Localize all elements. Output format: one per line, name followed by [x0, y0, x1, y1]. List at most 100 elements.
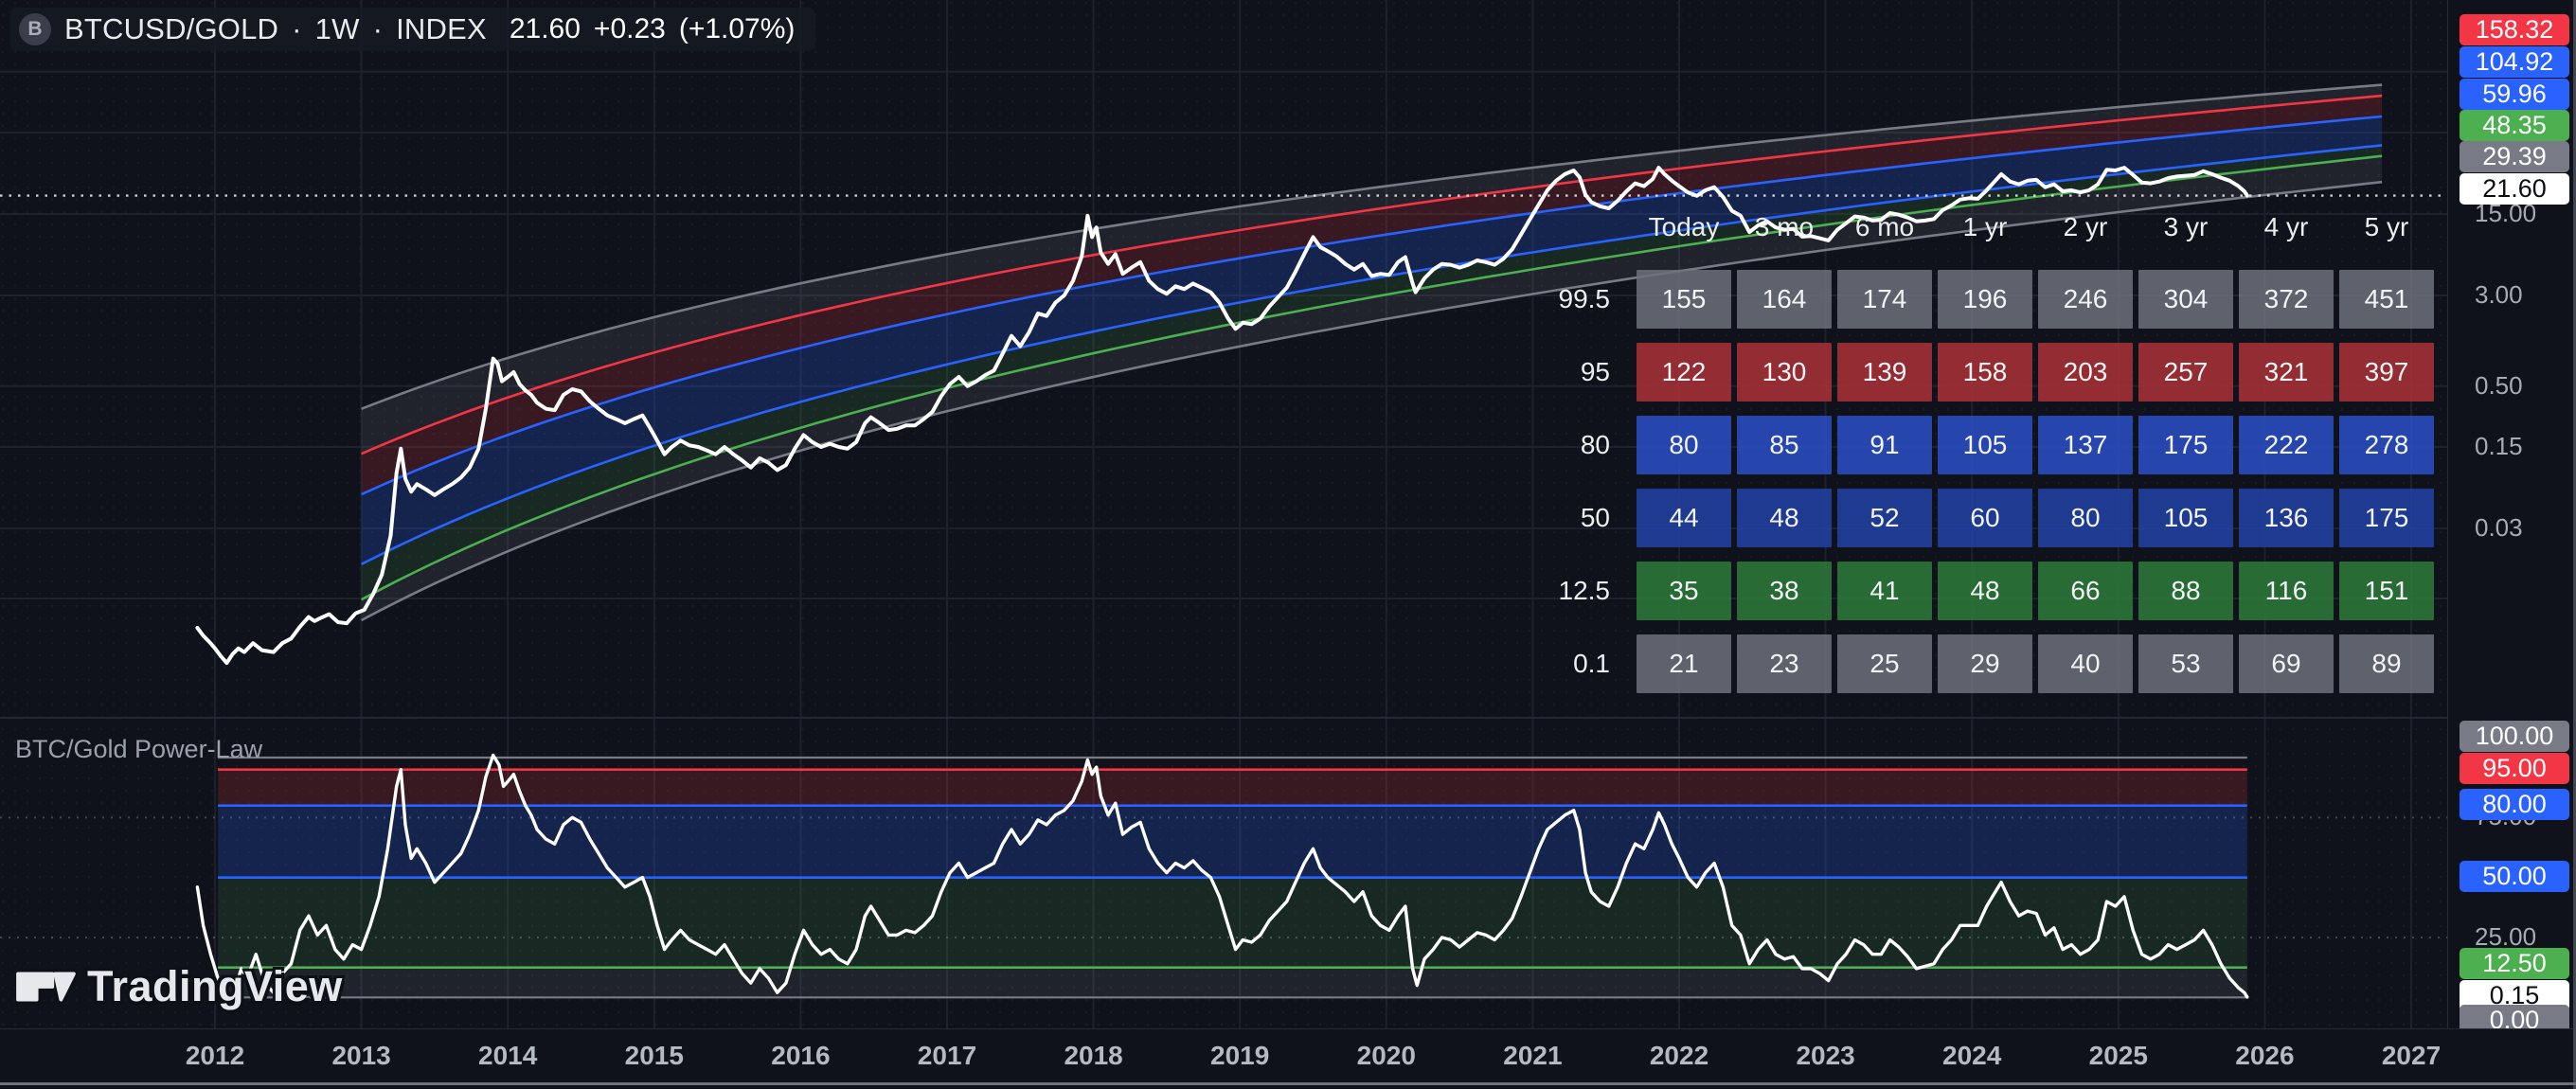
- table-cell: 164: [1737, 270, 1832, 329]
- window-bottom-edge: [0, 1082, 2576, 1085]
- table-column-header: 2 yr: [2038, 212, 2133, 242]
- table-cell: 122: [1637, 343, 1731, 402]
- table-cell: 48: [1737, 489, 1832, 547]
- price-axis-badge: 12.50: [2460, 948, 2569, 979]
- table-cell: 321: [2239, 343, 2334, 402]
- time-axis-year-label: 2020: [1357, 1041, 1416, 1071]
- table-cell: 372: [2239, 270, 2334, 329]
- time-axis-year-label: 2013: [331, 1041, 390, 1071]
- table-corner: [1544, 212, 1631, 242]
- table-cell: 155: [1637, 270, 1731, 329]
- time-axis-year-label: 2021: [1503, 1041, 1562, 1071]
- symbol-header[interactable]: B BTCUSD/GOLD · 1W · INDEX 21.60 +0.23 (…: [9, 8, 815, 51]
- table-cell: 278: [2339, 416, 2434, 474]
- price-axis[interactable]: 15.003.000.500.150.0375.0025.00158.32104…: [2447, 0, 2576, 1028]
- price-axis-tick: 3.00: [2475, 280, 2523, 310]
- table-column-header: 1 yr: [1938, 212, 2032, 242]
- price-axis-badge: 21.60: [2460, 173, 2569, 205]
- price-axis-badge: 48.35: [2460, 110, 2569, 141]
- price-axis-badge: 104.92: [2460, 46, 2569, 78]
- table-cell: 80: [2038, 489, 2133, 547]
- time-axis-year-label: 2014: [478, 1041, 537, 1071]
- table-cell: 85: [1737, 416, 1832, 474]
- time-axis-year-label: 2026: [2235, 1041, 2294, 1071]
- table-cell: 196: [1938, 270, 2032, 329]
- table-cell: 130: [1737, 343, 1832, 402]
- time-axis-year-label: 2017: [918, 1041, 976, 1071]
- table-cell: 246: [2038, 270, 2133, 329]
- price-axis-badge: 59.96: [2460, 79, 2569, 110]
- time-axis-year-label: 2016: [771, 1041, 830, 1071]
- table-column-header: 5 yr: [2339, 212, 2434, 242]
- last-price: 21.60: [510, 13, 581, 45]
- table-column-header: Today: [1637, 212, 1731, 242]
- table-cell: 91: [1837, 416, 1932, 474]
- table-cell: 175: [2339, 489, 2434, 547]
- tradingview-logo-text: TradingView: [87, 962, 343, 1011]
- oscillator-band-fill: [218, 968, 2247, 998]
- price-axis-tick: 0.15: [2475, 432, 2523, 461]
- price-axis-badge: 0.00: [2460, 1005, 2569, 1028]
- table-cell: 151: [2339, 562, 2434, 620]
- table-cell: 69: [2239, 634, 2334, 693]
- table-cell: 66: [2038, 562, 2133, 620]
- table-cell: 48: [1938, 562, 2032, 620]
- table-cell: 451: [2339, 270, 2434, 329]
- table-cell: 29: [1938, 634, 2032, 693]
- time-axis-year-label: 2025: [2089, 1041, 2148, 1071]
- table-cell: 175: [2138, 416, 2233, 474]
- tradingview-chart-window: B BTCUSD/GOLD · 1W · INDEX 21.60 +0.23 (…: [0, 0, 2576, 1089]
- table-cell: 105: [2138, 489, 2233, 547]
- table-row-label: 50: [1544, 489, 1631, 547]
- price-axis-badge: 95.00: [2460, 753, 2569, 784]
- table-cell: 89: [2339, 634, 2434, 693]
- table-cell: 174: [1837, 270, 1932, 329]
- table-cell: 40: [2038, 634, 2133, 693]
- oscillator-band-fill: [218, 806, 2247, 878]
- time-axis-year-label: 2023: [1796, 1041, 1854, 1071]
- table-cell: 222: [2239, 416, 2334, 474]
- time-axis-year-label: 2015: [625, 1041, 684, 1071]
- price-change: +0.23: [594, 13, 666, 45]
- symbol-name[interactable]: BTCUSD/GOLD: [64, 12, 278, 46]
- interval-label[interactable]: 1W: [315, 12, 360, 46]
- broker-logo-icon[interactable]: B: [19, 13, 51, 45]
- price-axis-badge: 158.32: [2460, 14, 2569, 45]
- table-cell: 88: [2138, 562, 2233, 620]
- tradingview-logo[interactable]: TradingView: [15, 962, 343, 1011]
- time-axis-year-label: 2018: [1064, 1041, 1122, 1071]
- table-row-label: 0.1: [1544, 634, 1631, 693]
- table-cell: 53: [2138, 634, 2233, 693]
- separator-dot: ·: [373, 12, 384, 46]
- table-cell: 116: [2239, 562, 2334, 620]
- price-axis-tick: 0.50: [2475, 371, 2523, 401]
- price-axis-badge: 100.00: [2460, 721, 2569, 752]
- time-axis-year-label: 2012: [186, 1041, 244, 1071]
- tradingview-logo-icon: [15, 964, 80, 1009]
- table-column-header: 6 mo: [1837, 212, 1932, 242]
- time-axis-year-label: 2027: [2382, 1041, 2441, 1071]
- table-cell: 139: [1837, 343, 1932, 402]
- table-row-label: 80: [1544, 416, 1631, 474]
- table-cell: 203: [2038, 343, 2133, 402]
- table-cell: 35: [1637, 562, 1731, 620]
- table-cell: 397: [2339, 343, 2434, 402]
- table-cell: 80: [1637, 416, 1731, 474]
- table-column-header: 3 yr: [2138, 212, 2233, 242]
- pane-separator[interactable]: [0, 717, 2447, 719]
- time-axis-year-label: 2022: [1650, 1041, 1708, 1071]
- table-cell: 304: [2138, 270, 2233, 329]
- indicator-label[interactable]: BTC/Gold Power-Law: [15, 735, 262, 764]
- oscillator-band-fill: [218, 878, 2247, 968]
- table-cell: 38: [1737, 562, 1832, 620]
- table-cell: 44: [1637, 489, 1731, 547]
- price-axis-badge: 29.39: [2460, 141, 2569, 172]
- time-axis-year-label: 2019: [1210, 1041, 1269, 1071]
- time-axis[interactable]: 2012 2013 2014 2015 2016 2017 2018 2019 2020 2021…: [0, 1028, 2576, 1089]
- table-cell: 60: [1938, 489, 2032, 547]
- exchange-label: INDEX: [396, 12, 487, 46]
- price-axis-badge: 50.00: [2460, 861, 2569, 892]
- table-cell: 21: [1637, 634, 1731, 693]
- price-axis-tick: 0.03: [2475, 513, 2523, 543]
- table-row-label: 99.5: [1544, 270, 1631, 329]
